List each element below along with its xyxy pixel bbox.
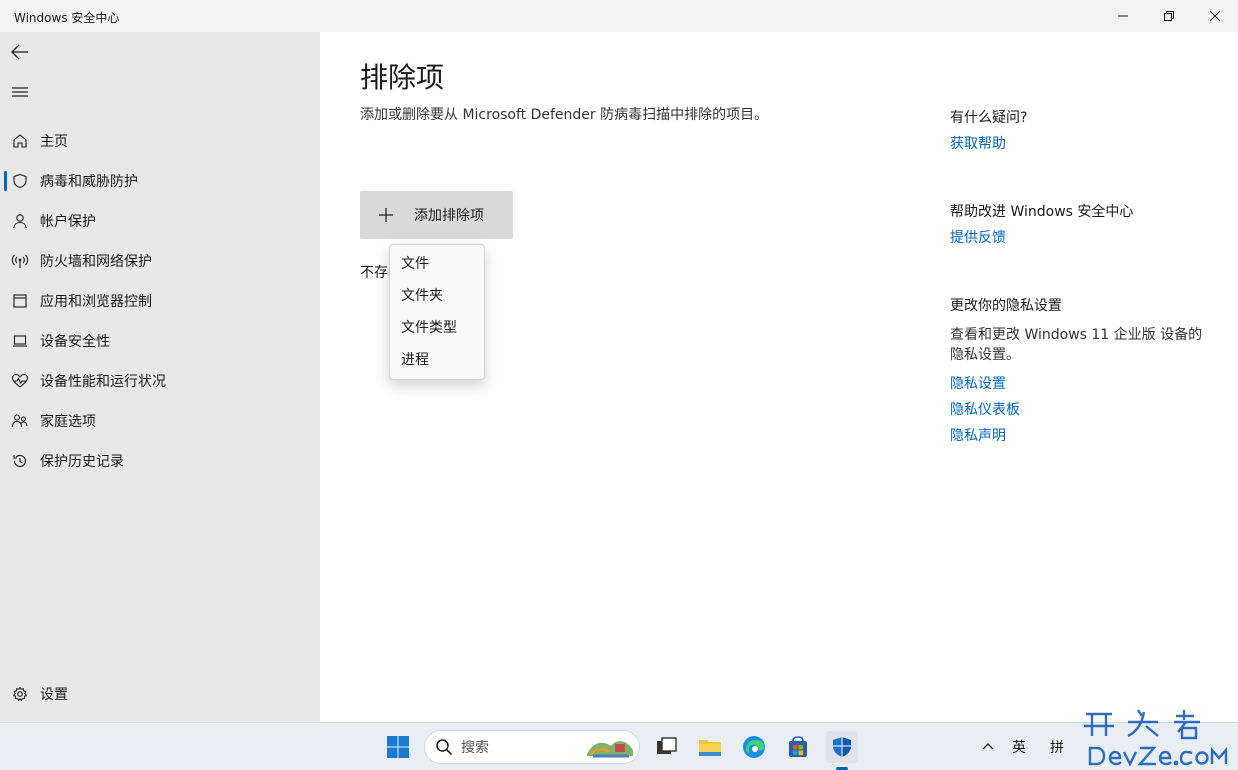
security-center-taskbar-button[interactable] (826, 731, 858, 763)
store-icon (789, 736, 807, 757)
edge-icon (743, 736, 765, 758)
plus-icon (378, 207, 394, 223)
add-exclusion-label: 添加排除项 (414, 208, 484, 224)
restore-button[interactable] (1146, 0, 1192, 32)
shield-icon (10, 171, 30, 191)
folder-icon (699, 740, 721, 756)
privacy-statement-link[interactable]: 隐私声明 (950, 425, 1006, 445)
history-icon (10, 451, 30, 471)
sidebar: 主页 病毒和威胁防护 帐户保护 防火墙和网络保护 应用和浏览器控制 设备安全性 … (0, 32, 320, 722)
sidebar-item-label: 设备安全性 (40, 334, 110, 350)
page-title: 排除项 (360, 61, 445, 94)
sidebar-nav: 主页 病毒和威胁防护 帐户保护 防火墙和网络保护 应用和浏览器控制 设备安全性 … (0, 121, 320, 481)
sidebar-item-label: 病毒和威胁防护 (40, 174, 138, 190)
search-icon (435, 738, 453, 756)
close-icon (1209, 10, 1221, 22)
defender-shield-icon (833, 737, 851, 757)
edge-browser-button[interactable] (738, 731, 770, 763)
main-content: 排除项 添加或删除要从 Microsoft Defender 防病毒扫描中排除的… (320, 32, 1238, 722)
privacy-settings-link[interactable]: 隐私设置 (950, 373, 1006, 393)
menu-item-file[interactable]: 文件 (390, 248, 484, 280)
sidebar-item-account[interactable]: 帐户保护 (0, 201, 320, 241)
no-items-text: 不存 (360, 265, 388, 281)
close-button[interactable] (1192, 0, 1238, 32)
person-icon (10, 211, 30, 231)
sidebar-item-label: 应用和浏览器控制 (40, 294, 152, 310)
gear-icon (10, 684, 30, 704)
sidebar-item-settings[interactable]: 设置 (0, 674, 320, 714)
home-icon (10, 131, 30, 151)
privacy-heading: 更改你的隐私设置 (950, 298, 1062, 314)
heart-pulse-icon (10, 371, 30, 391)
menu-item-folder[interactable]: 文件夹 (390, 280, 484, 312)
file-explorer-button[interactable] (694, 731, 726, 763)
store-button[interactable] (782, 731, 814, 763)
input-language-indicator[interactable]: 英 (1012, 737, 1026, 757)
menu-item-process[interactable]: 进程 (390, 344, 484, 376)
show-hidden-icons-button[interactable] (976, 731, 1000, 763)
windows-logo-icon (387, 736, 409, 758)
sidebar-item-label: 设置 (40, 687, 68, 703)
ime-mode-indicator[interactable]: 拼 (1050, 737, 1064, 757)
exclusion-type-menu: 文件 文件夹 文件类型 进程 (389, 244, 485, 380)
task-view-icon (657, 737, 677, 754)
family-icon (10, 411, 30, 431)
get-help-link[interactable]: 获取帮助 (950, 133, 1006, 153)
window-title: Windows 安全中心 (14, 11, 120, 25)
back-arrow-icon (11, 44, 28, 60)
minimize-icon (1118, 15, 1128, 17)
sidebar-item-label: 保护历史记录 (40, 454, 124, 470)
page-description: 添加或删除要从 Microsoft Defender 防病毒扫描中排除的项目。 (360, 107, 769, 123)
feedback-link[interactable]: 提供反馈 (950, 227, 1006, 247)
privacy-dashboard-link[interactable]: 隐私仪表板 (950, 399, 1020, 419)
search-highlight-icon (587, 741, 633, 758)
sidebar-item-label: 家庭选项 (40, 414, 96, 430)
sidebar-item-device-performance[interactable]: 设备性能和运行状况 (0, 361, 320, 401)
taskbar: 搜索 英 拼 (0, 722, 1238, 770)
sidebar-item-label: 帐户保护 (40, 214, 96, 230)
menu-button[interactable] (8, 80, 32, 104)
title-bar: Windows 安全中心 (0, 0, 1238, 32)
improve-heading: 帮助改进 Windows 安全中心 (950, 204, 1134, 220)
privacy-description: 查看和更改 Windows 11 企业版 设备的隐私设置。 (950, 327, 1203, 363)
sidebar-item-home[interactable]: 主页 (0, 121, 320, 161)
sidebar-item-firewall[interactable]: 防火墙和网络保护 (0, 241, 320, 281)
chevron-up-icon (982, 743, 994, 750)
sidebar-item-device-security[interactable]: 设备安全性 (0, 321, 320, 361)
minimize-button[interactable] (1100, 0, 1146, 32)
back-button[interactable] (8, 40, 32, 64)
sidebar-item-family[interactable]: 家庭选项 (0, 401, 320, 441)
wireless-icon (10, 251, 30, 271)
laptop-icon (10, 331, 30, 351)
question-heading: 有什么疑问? (950, 110, 1028, 126)
menu-item-file-type[interactable]: 文件类型 (390, 312, 484, 344)
sidebar-item-virus-protection[interactable]: 病毒和威胁防护 (0, 161, 320, 201)
taskbar-search[interactable]: 搜索 (424, 730, 640, 764)
sidebar-item-app-browser[interactable]: 应用和浏览器控制 (0, 281, 320, 321)
restore-icon (1164, 11, 1174, 21)
task-view-button[interactable] (650, 731, 682, 763)
sidebar-item-label: 设备性能和运行状况 (40, 374, 166, 390)
sidebar-item-label: 主页 (40, 134, 68, 150)
app-window-icon (10, 291, 30, 311)
add-exclusion-button[interactable]: 添加排除项 (360, 191, 513, 239)
sidebar-item-label: 防火墙和网络保护 (40, 254, 152, 270)
hamburger-icon (12, 87, 28, 97)
sidebar-item-protection-history[interactable]: 保护历史记录 (0, 441, 320, 481)
search-placeholder: 搜索 (461, 740, 489, 756)
start-button[interactable] (382, 731, 414, 763)
